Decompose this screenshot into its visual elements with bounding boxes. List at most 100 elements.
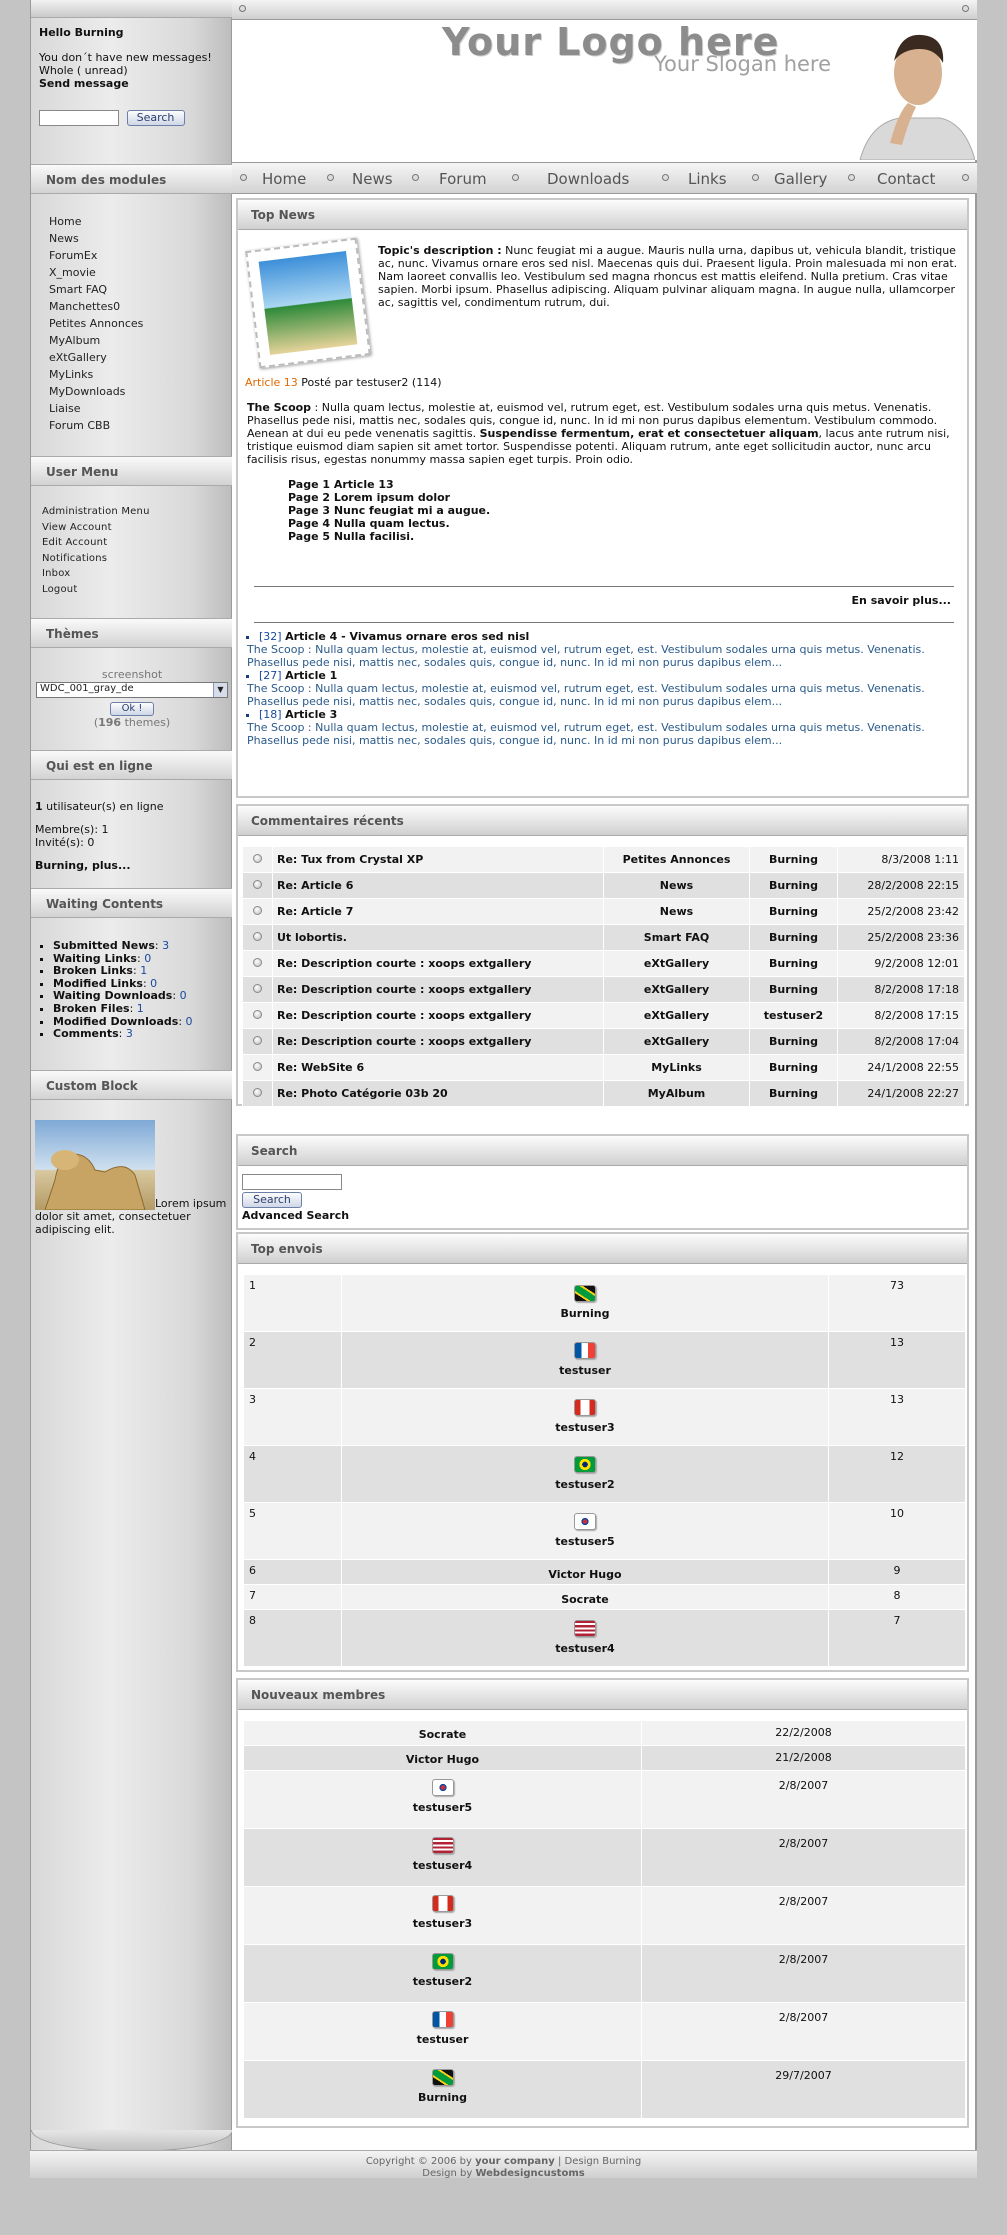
article-link[interactable]: Article 13: [245, 376, 298, 389]
other-article-title[interactable]: Article 1: [285, 669, 337, 682]
module-link[interactable]: MyLinks: [31, 368, 233, 385]
comment-author[interactable]: Burning: [749, 872, 838, 899]
member-name[interactable]: testuser: [244, 2033, 641, 2046]
nav-news[interactable]: News: [352, 170, 393, 188]
module-link[interactable]: Manchettes0: [31, 300, 233, 317]
comment-module[interactable]: MyAlbum: [603, 1080, 750, 1107]
online-who-link[interactable]: Burning, plus...: [35, 859, 233, 872]
poster-name[interactable]: Victor Hugo: [342, 1568, 828, 1581]
comment-module[interactable]: Smart FAQ: [603, 924, 750, 951]
member-name[interactable]: testuser3: [244, 1917, 641, 1930]
nav-contact[interactable]: Contact: [877, 170, 935, 188]
poster-name[interactable]: testuser4: [342, 1642, 828, 1655]
comment-module[interactable]: News: [603, 872, 750, 899]
nav-links[interactable]: Links: [688, 170, 727, 188]
module-link[interactable]: Home: [31, 215, 233, 232]
comment-module[interactable]: eXtGallery: [603, 1002, 750, 1029]
module-link[interactable]: Liaise: [31, 402, 233, 419]
member-name[interactable]: Socrate: [244, 1728, 641, 1741]
comment-author[interactable]: Burning: [749, 1028, 838, 1055]
comment-title[interactable]: Re: Description courte : xoops extgaller…: [272, 976, 604, 1003]
usermenu-link[interactable]: View Account: [31, 522, 233, 538]
usermenu-link[interactable]: Edit Account: [31, 537, 233, 553]
usermenu-link[interactable]: Inbox: [31, 568, 233, 584]
comment-title[interactable]: Re: Tux from Crystal XP: [272, 846, 604, 873]
advanced-search-link[interactable]: Advanced Search: [242, 1209, 349, 1222]
nav-home[interactable]: Home: [262, 170, 306, 188]
comment-module[interactable]: eXtGallery: [603, 976, 750, 1003]
comment-author[interactable]: Burning: [749, 898, 838, 925]
module-link[interactable]: ForumEx: [31, 249, 233, 266]
poster-count: 12: [828, 1445, 966, 1503]
member-name[interactable]: testuser4: [244, 1859, 641, 1872]
usermenu-link[interactable]: Administration Menu: [31, 506, 233, 522]
member-name[interactable]: testuser5: [244, 1801, 641, 1814]
user-search-input[interactable]: [39, 110, 119, 126]
other-article-title[interactable]: Article 4 - Vivamus ornare eros sed nisl: [285, 630, 529, 643]
article-page-link[interactable]: Page 3 Nunc feugiat mi a augue.: [288, 504, 490, 517]
poster-name[interactable]: testuser5: [342, 1535, 828, 1548]
themes-count-suffix: themes): [121, 716, 171, 729]
article-page-link[interactable]: Page 5 Nulla facilisi.: [288, 530, 490, 543]
module-link[interactable]: Forum CBB: [31, 419, 233, 436]
usermenu-link[interactable]: Notifications: [31, 553, 233, 569]
theme-select[interactable]: WDC_001_gray_de ▼: [36, 682, 228, 698]
comment-module[interactable]: News: [603, 898, 750, 925]
flag-ca-icon: [574, 1399, 596, 1416]
comment-author[interactable]: Burning: [749, 1054, 838, 1081]
comment-title[interactable]: Re: Article 6: [272, 872, 604, 899]
search-button[interactable]: Search: [242, 1192, 302, 1208]
comment-title[interactable]: Re: Description courte : xoops extgaller…: [272, 1028, 604, 1055]
poster-cell: Victor Hugo: [341, 1559, 829, 1585]
article-page-link[interactable]: Page 4 Nulla quam lectus.: [288, 517, 490, 530]
article-page-link[interactable]: Page 1 Article 13: [288, 478, 490, 491]
module-link[interactable]: X_movie: [31, 266, 233, 283]
module-link[interactable]: eXtGallery: [31, 351, 233, 368]
comment-module[interactable]: Petites Annonces: [603, 846, 750, 873]
read-more-link[interactable]: En savoir plus...: [852, 594, 951, 607]
footer-company-link[interactable]: your company: [475, 2156, 555, 2167]
comment-module[interactable]: MyLinks: [603, 1054, 750, 1081]
comment-module[interactable]: eXtGallery: [603, 950, 750, 977]
poster-name[interactable]: Burning: [342, 1307, 828, 1320]
article-page-link[interactable]: Page 2 Lorem ipsum dolor: [288, 491, 490, 504]
flag-us-icon: [431, 1837, 454, 1854]
nav-downloads[interactable]: Downloads: [547, 170, 629, 188]
nav-gallery[interactable]: Gallery: [774, 170, 827, 188]
waiting-item[interactable]: Comments: 3: [53, 1028, 233, 1041]
comment-title[interactable]: Re: Article 7: [272, 898, 604, 925]
module-link[interactable]: Petites Annonces: [31, 317, 233, 334]
poster-name[interactable]: Socrate: [342, 1593, 828, 1606]
comment-title[interactable]: Re: Description courte : xoops extgaller…: [272, 1002, 604, 1029]
poster-name[interactable]: testuser: [342, 1364, 828, 1377]
comment-author[interactable]: Burning: [749, 846, 838, 873]
comment-author[interactable]: Burning: [749, 976, 838, 1003]
module-link[interactable]: MyDownloads: [31, 385, 233, 402]
other-article-title[interactable]: Article 3: [285, 708, 337, 721]
comment-author[interactable]: Burning: [749, 1080, 838, 1107]
poster-name[interactable]: testuser2: [342, 1478, 828, 1491]
module-link[interactable]: MyAlbum: [31, 334, 233, 351]
member-name[interactable]: Burning: [244, 2091, 641, 2104]
search-input[interactable]: [242, 1174, 342, 1190]
unread-text: Whole ( unread): [39, 64, 128, 77]
footer-wdc-link[interactable]: Webdesigncustoms: [475, 2168, 584, 2179]
send-message-link[interactable]: Send message: [39, 77, 233, 90]
comment-author[interactable]: Burning: [749, 924, 838, 951]
poster-name[interactable]: testuser3: [342, 1421, 828, 1434]
comment-module[interactable]: eXtGallery: [603, 1028, 750, 1055]
member-name[interactable]: Victor Hugo: [244, 1753, 641, 1766]
comment-author[interactable]: Burning: [749, 950, 838, 977]
comment-title[interactable]: Ut lobortis.: [272, 924, 604, 951]
comment-title[interactable]: Re: Photo Catégorie 03b 20: [272, 1080, 604, 1107]
member-name[interactable]: testuser2: [244, 1975, 641, 1988]
comment-title[interactable]: Re: WebSite 6: [272, 1054, 604, 1081]
theme-ok-button[interactable]: Ok !: [110, 702, 154, 716]
nav-forum[interactable]: Forum: [439, 170, 487, 188]
module-link[interactable]: News: [31, 232, 233, 249]
comment-author[interactable]: testuser2: [749, 1002, 838, 1029]
module-link[interactable]: Smart FAQ: [31, 283, 233, 300]
comment-title[interactable]: Re: Description courte : xoops extgaller…: [272, 950, 604, 977]
user-search-button[interactable]: Search: [126, 110, 185, 126]
usermenu-link[interactable]: Logout: [31, 584, 233, 600]
